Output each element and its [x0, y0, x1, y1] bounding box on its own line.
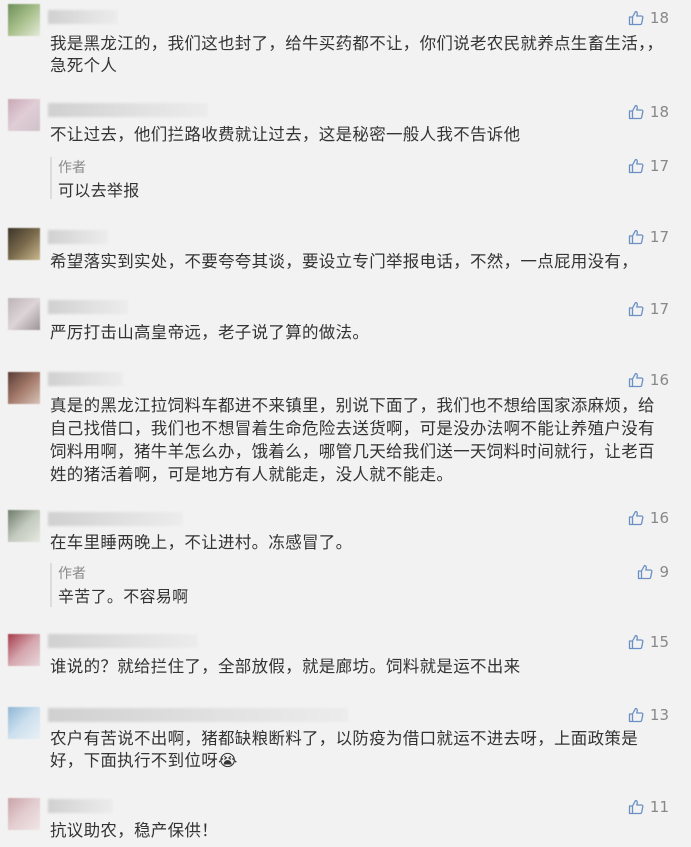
nickname-blurred[interactable]: [48, 103, 208, 117]
nickname-blurred[interactable]: [48, 300, 128, 314]
author-label: 作者: [58, 566, 86, 582]
like-count: 15: [649, 633, 669, 651]
thumbs-up-icon: [628, 229, 644, 245]
thumbs-up-icon: [628, 634, 644, 650]
thumbs-up-icon: [628, 104, 644, 120]
nickname-blurred[interactable]: [48, 230, 108, 244]
like-count: 17: [649, 300, 669, 318]
like-count: 11: [649, 798, 669, 816]
like-count: 18: [649, 9, 669, 27]
thumbs-up-icon: [628, 707, 644, 723]
thumbs-up-icon: [638, 564, 653, 580]
thumbs-up-icon: [628, 158, 644, 174]
like-count: 17: [649, 157, 669, 175]
like-button[interactable]: 17: [628, 228, 669, 246]
comment-text: 真是的黑龙江拉饲料车都进不来镇里，别说下面了，我们也不想给国家添麻烦，给自己找借…: [50, 396, 655, 484]
thumbs-up-icon: [628, 10, 644, 26]
avatar[interactable]: [8, 510, 40, 542]
like-button[interactable]: 13: [628, 706, 669, 724]
avatar[interactable]: [8, 298, 40, 330]
comment-text: 农户有苦说不出啊，猪都缺粮断料了，以防疫为借口就运不进去呀，上面政策是好，下面执…: [50, 729, 638, 770]
nickname-blurred[interactable]: [48, 634, 198, 648]
comment-text: 谁说的？就给拦住了，全部放假，就是廊坊。饲料就是运不出来: [50, 657, 521, 676]
avatar[interactable]: [8, 228, 40, 260]
like-button[interactable]: 18: [628, 103, 669, 121]
avatar[interactable]: [8, 634, 40, 666]
like-count: 18: [649, 103, 669, 121]
avatar[interactable]: [8, 99, 40, 131]
like-count: 9: [659, 563, 669, 581]
thumbs-up-icon: [628, 372, 644, 388]
avatar[interactable]: [8, 707, 40, 739]
comment-text: 抗议助农，稳产保供！: [50, 821, 218, 840]
thumbs-up-icon: [628, 799, 644, 815]
author-reply: 作者 17 可以去举报: [50, 157, 691, 200]
like-button[interactable]: 15: [628, 633, 669, 651]
comment-text: 不让过去，他们拦路收费就让过去，这是秘密一般人我不告诉他: [50, 125, 521, 144]
nickname-blurred[interactable]: [48, 708, 348, 722]
comment-text: 在车里睡两晚上，不让进村。冻感冒了。: [50, 533, 353, 552]
like-button[interactable]: 17: [628, 157, 669, 175]
like-count: 17: [649, 228, 669, 246]
avatar[interactable]: [8, 4, 40, 36]
nickname-blurred[interactable]: [48, 10, 118, 24]
author-label: 作者: [58, 160, 86, 176]
comment-text: 严厉打击山高皇帝远，老子说了算的做法。: [50, 323, 370, 342]
nickname-blurred[interactable]: [48, 372, 123, 386]
reply-text: 辛苦了。不容易啊: [58, 587, 189, 606]
like-count: 16: [649, 509, 669, 527]
like-count: 16: [649, 371, 669, 389]
nickname-blurred[interactable]: [48, 799, 113, 813]
comment-list: 18 我是黑龙江的，我们这也封了，给牛买药都不让，你们说老农民就养点生畜生活，，…: [0, 0, 691, 847]
like-button[interactable]: 11: [628, 798, 669, 816]
like-button[interactable]: 18: [628, 9, 669, 27]
author-reply: 作者 9 辛苦了。不容易啊: [50, 563, 691, 607]
like-button[interactable]: 16: [628, 509, 669, 527]
like-button[interactable]: 17: [628, 300, 669, 318]
thumbs-up-icon: [628, 301, 644, 317]
thumbs-up-icon: [628, 510, 644, 526]
like-count: 13: [649, 706, 669, 724]
reply-text: 可以去举报: [58, 181, 140, 200]
comment-text: 希望落实到实处，不要夸夸其谈，要设立专门举报电话，不然，一点屁用没有，: [50, 252, 638, 271]
comment-text: 我是黑龙江的，我们这也封了，给牛买药都不让，你们说老农民就养点生畜生活，，急死个…: [50, 34, 664, 75]
nickname-blurred[interactable]: [48, 512, 183, 526]
like-button[interactable]: 9: [637, 563, 669, 581]
avatar[interactable]: [8, 372, 40, 404]
avatar[interactable]: [8, 798, 40, 830]
like-button[interactable]: 16: [628, 371, 669, 389]
